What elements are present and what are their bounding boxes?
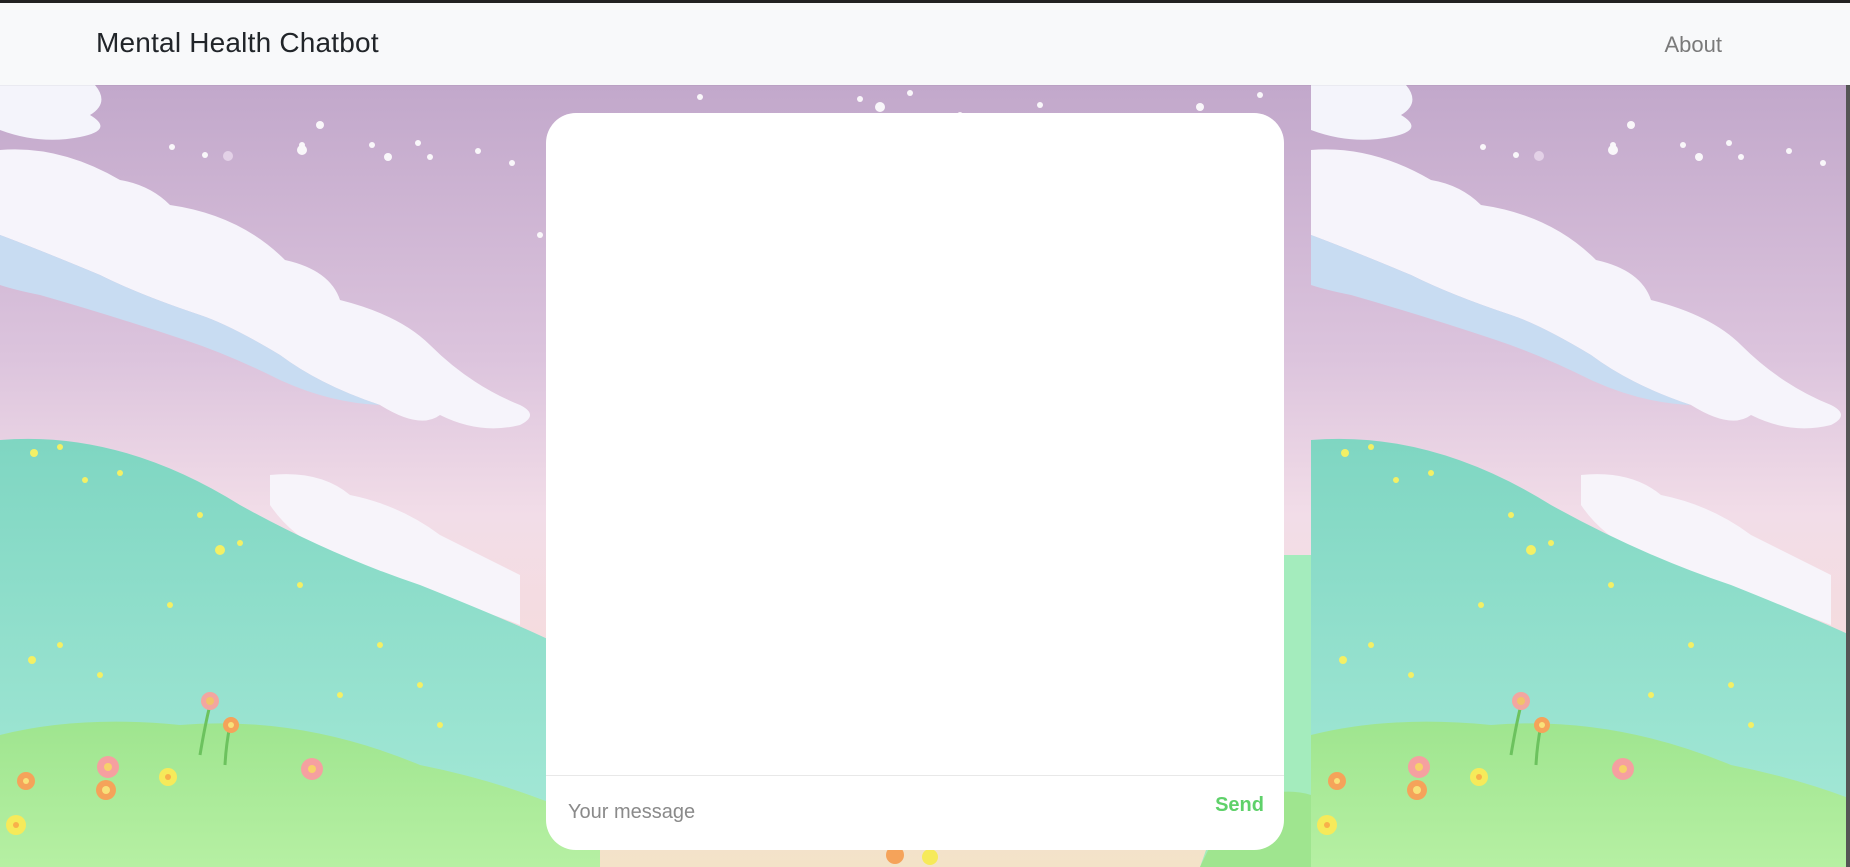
chat-messages-area [546,113,1284,775]
about-link[interactable]: About [1665,32,1723,58]
send-button[interactable]: Send [1215,794,1264,817]
scrollbar-edge [1846,85,1850,867]
brand-link[interactable]: Mental Health Chatbot [96,27,379,59]
browser-viewport: Mental Health Chatbot About Send [0,0,1850,867]
message-input[interactable] [568,792,1168,832]
chat-container: Send [546,113,1284,850]
background-scene-right [1311,85,1850,867]
navbar: Mental Health Chatbot About [0,3,1850,85]
chat-input-row: Send [546,775,1284,850]
